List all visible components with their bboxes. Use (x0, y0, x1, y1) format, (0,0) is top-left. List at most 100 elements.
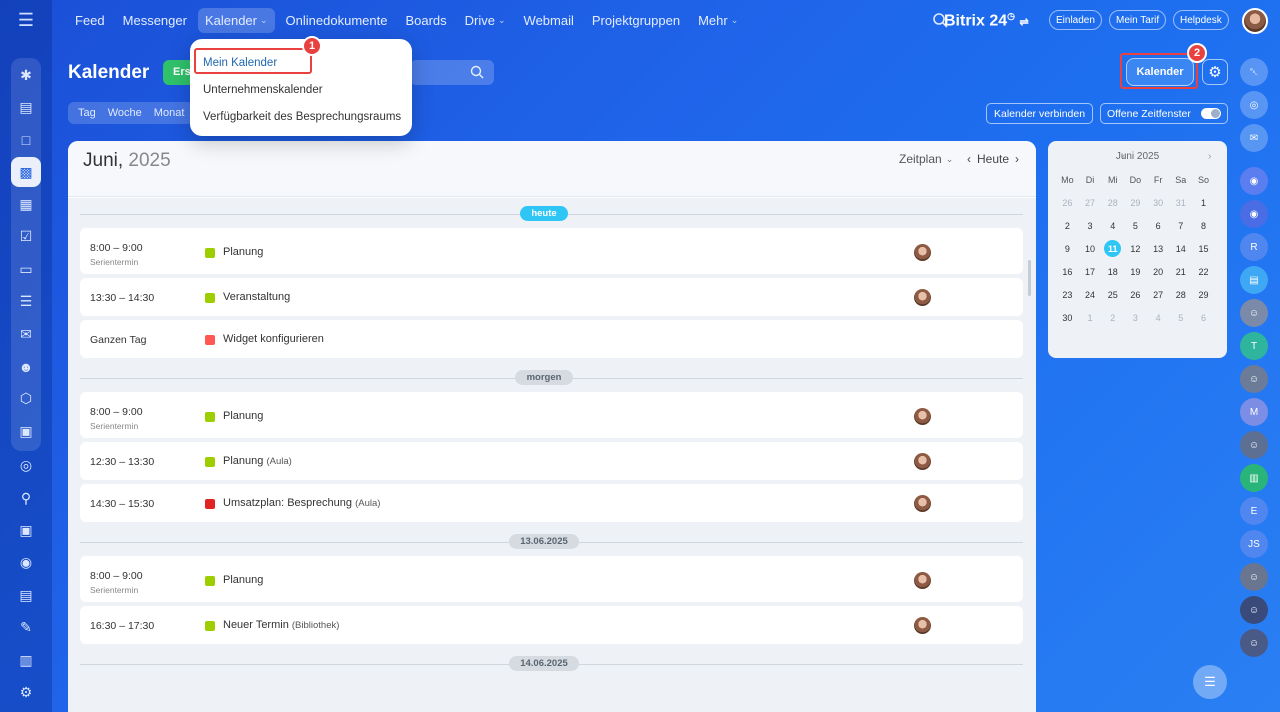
right-rail-item-contact-initial[interactable]: R (1240, 233, 1268, 261)
view-mode-select[interactable]: Zeitplan ⌄ (899, 152, 953, 166)
my-tariff-button[interactable]: Mein Tarif (1109, 10, 1167, 30)
mini-calendar-day[interactable]: 6 (1147, 218, 1170, 233)
mini-calendar-day[interactable]: 3 (1079, 218, 1102, 233)
mini-calendar-day[interactable]: 28 (1169, 287, 1192, 302)
mini-calendar-day[interactable]: 26 (1124, 287, 1147, 302)
nav-item-boards[interactable]: Boards (398, 8, 453, 33)
dropdown-item-1[interactable]: Unternehmenskalender (190, 76, 412, 103)
crm-filter-icon[interactable]: ☰ (11, 287, 41, 317)
tasks-icon[interactable]: ☑ (11, 222, 41, 252)
attendee-avatar[interactable] (914, 408, 931, 425)
event-row[interactable]: 12:30 – 13:30 Planung (Aula) (80, 442, 1023, 480)
nav-item-kalender[interactable]: Kalender ⌄ (197, 8, 275, 33)
right-rail-item-contact-initial[interactable]: M (1240, 398, 1268, 426)
mini-calendar-day[interactable]: 4 (1101, 218, 1124, 233)
mini-calendar-day[interactable]: 18 (1101, 264, 1124, 279)
list-fab-button[interactable]: ☰ (1193, 665, 1227, 699)
mini-calendar-day[interactable]: 21 (1169, 264, 1192, 279)
calendar-settings-button[interactable]: ⚙ (1202, 59, 1228, 85)
presentation-icon[interactable]: ▣ (11, 416, 41, 446)
mini-calendar-day[interactable]: 14 (1169, 241, 1192, 256)
mini-calendar-day[interactable]: 26 (1056, 195, 1079, 210)
mini-calendar-day[interactable]: 5 (1124, 218, 1147, 233)
tab-tag[interactable]: Tag (72, 107, 102, 119)
nav-item-mehr[interactable]: Mehr ⌄ (691, 8, 745, 33)
mini-calendar-day[interactable]: 22 (1192, 264, 1215, 279)
messenger-icon[interactable]: □ (11, 125, 41, 155)
mini-calendar-day[interactable]: 10 (1079, 241, 1102, 256)
mini-calendar-day[interactable]: 29 (1192, 287, 1215, 302)
attendee-avatar[interactable] (914, 453, 931, 470)
nav-item-projektgruppen[interactable]: Projektgruppen (585, 8, 687, 33)
user-avatar[interactable] (1242, 8, 1268, 34)
attendee-avatar[interactable] (914, 617, 931, 634)
nav-item-drive[interactable]: Drive ⌄ (458, 8, 513, 33)
mini-calendar-day[interactable]: 29 (1124, 195, 1147, 210)
right-rail-item-copilot-round-icon[interactable]: ◉ (1240, 167, 1268, 195)
mini-next-icon[interactable]: › (1208, 151, 1211, 162)
tab-monat[interactable]: Monat (148, 107, 191, 119)
nav-item-messenger[interactable]: Messenger (116, 8, 194, 33)
nav-item-webmail[interactable]: Webmail (517, 8, 581, 33)
target-icon[interactable]: ◎ (11, 451, 41, 481)
sign-icon[interactable]: ✎ (11, 613, 41, 643)
create-button[interactable]: Ers (163, 60, 193, 85)
right-rail-item-avatar-photo[interactable]: ☺ (1240, 563, 1268, 591)
event-row[interactable]: 13:30 – 14:30 Veranstaltung (80, 278, 1023, 316)
hexagon-icon[interactable]: ⬡ (11, 384, 41, 414)
nav-item-onlinedokumente[interactable]: Onlinedokumente (279, 8, 395, 33)
open-slots-button[interactable]: Offene Zeitfenster (1100, 103, 1228, 124)
right-rail-item-bell-icon[interactable]: ␇ (1240, 58, 1268, 86)
connect-calendar-button[interactable]: Kalender verbinden (986, 103, 1094, 124)
mini-calendar-day[interactable]: 16 (1056, 264, 1079, 279)
mini-calendar-day[interactable]: 28 (1101, 195, 1124, 210)
box-icon[interactable]: ▣ (11, 515, 41, 545)
mini-calendar-day[interactable]: 17 (1079, 264, 1102, 279)
mini-calendar-day[interactable]: 24 (1079, 287, 1102, 302)
mini-calendar-day[interactable]: 25 (1101, 287, 1124, 302)
mini-calendar-day[interactable]: 2 (1101, 310, 1124, 325)
groups-icon[interactable]: ☻ (11, 352, 41, 382)
attendee-avatar[interactable] (914, 572, 931, 589)
mini-calendar-day[interactable]: 19 (1124, 264, 1147, 279)
mini-calendar-today[interactable]: 11 (1101, 240, 1124, 258)
mini-calendar-day[interactable]: 8 (1192, 218, 1215, 233)
mini-calendar-day[interactable]: 12 (1124, 241, 1147, 256)
right-rail-item-copilot-icon[interactable]: ◎ (1240, 91, 1268, 119)
right-rail-item-contact-initial[interactable]: E (1240, 497, 1268, 525)
right-rail-item-chat-group-icon[interactable]: ▤ (1240, 266, 1268, 294)
mini-calendar-day[interactable]: 1 (1192, 195, 1215, 210)
right-rail-item-avatar-photo[interactable]: ☺ (1240, 299, 1268, 327)
mini-calendar-day[interactable]: 2 (1056, 218, 1079, 233)
analytics-icon[interactable]: ▥ (11, 645, 41, 675)
scrollbar[interactable] (1028, 260, 1031, 296)
calendar-icon[interactable]: ▩ (11, 157, 41, 188)
mini-calendar-day[interactable]: 20 (1147, 264, 1170, 279)
sync-icon[interactable]: ⇌ (1019, 16, 1028, 28)
search-input-icon[interactable] (470, 65, 484, 79)
mini-calendar-day[interactable]: 30 (1056, 310, 1079, 325)
event-row[interactable]: 16:30 – 17:30 Neuer Termin (Bibliothek) (80, 606, 1023, 644)
event-row[interactable]: 8:00 – 9:00 Serientermin Planung (80, 556, 1023, 602)
prev-arrow-icon[interactable]: ‹ (967, 152, 971, 166)
open-slots-toggle[interactable] (1201, 108, 1221, 119)
mini-calendar-day[interactable]: 9 (1056, 241, 1079, 256)
right-rail-item-chat-icon[interactable]: ✉ (1240, 124, 1268, 152)
mini-calendar-day[interactable]: 3 (1124, 310, 1147, 325)
mini-calendar-day[interactable]: 27 (1147, 287, 1170, 302)
mini-calendar-day[interactable]: 30 (1147, 195, 1170, 210)
helpdesk-button[interactable]: Helpdesk (1173, 10, 1229, 30)
event-row[interactable]: 8:00 – 9:00 Serientermin Planung (80, 228, 1023, 274)
mini-calendar-day[interactable]: 31 (1169, 195, 1192, 210)
cart-icon[interactable]: ⚲ (11, 483, 41, 513)
drive-icon[interactable]: ▭ (11, 254, 41, 284)
right-rail-item-avatar-photo[interactable]: ☺ (1240, 431, 1268, 459)
right-rail-item-notes-icon[interactable]: ▥ (1240, 464, 1268, 492)
mini-calendar-day[interactable]: 13 (1147, 241, 1170, 256)
event-row[interactable]: 14:30 – 15:30 Umsatzplan: Besprechung (Au… (80, 484, 1023, 522)
pinned-icon[interactable]: ✱ (11, 60, 41, 90)
today-button[interactable]: Heute (977, 152, 1009, 166)
mini-calendar-day[interactable]: 5 (1169, 310, 1192, 325)
attendee-avatar[interactable] (914, 289, 931, 306)
next-arrow-icon[interactable]: › (1015, 152, 1019, 166)
